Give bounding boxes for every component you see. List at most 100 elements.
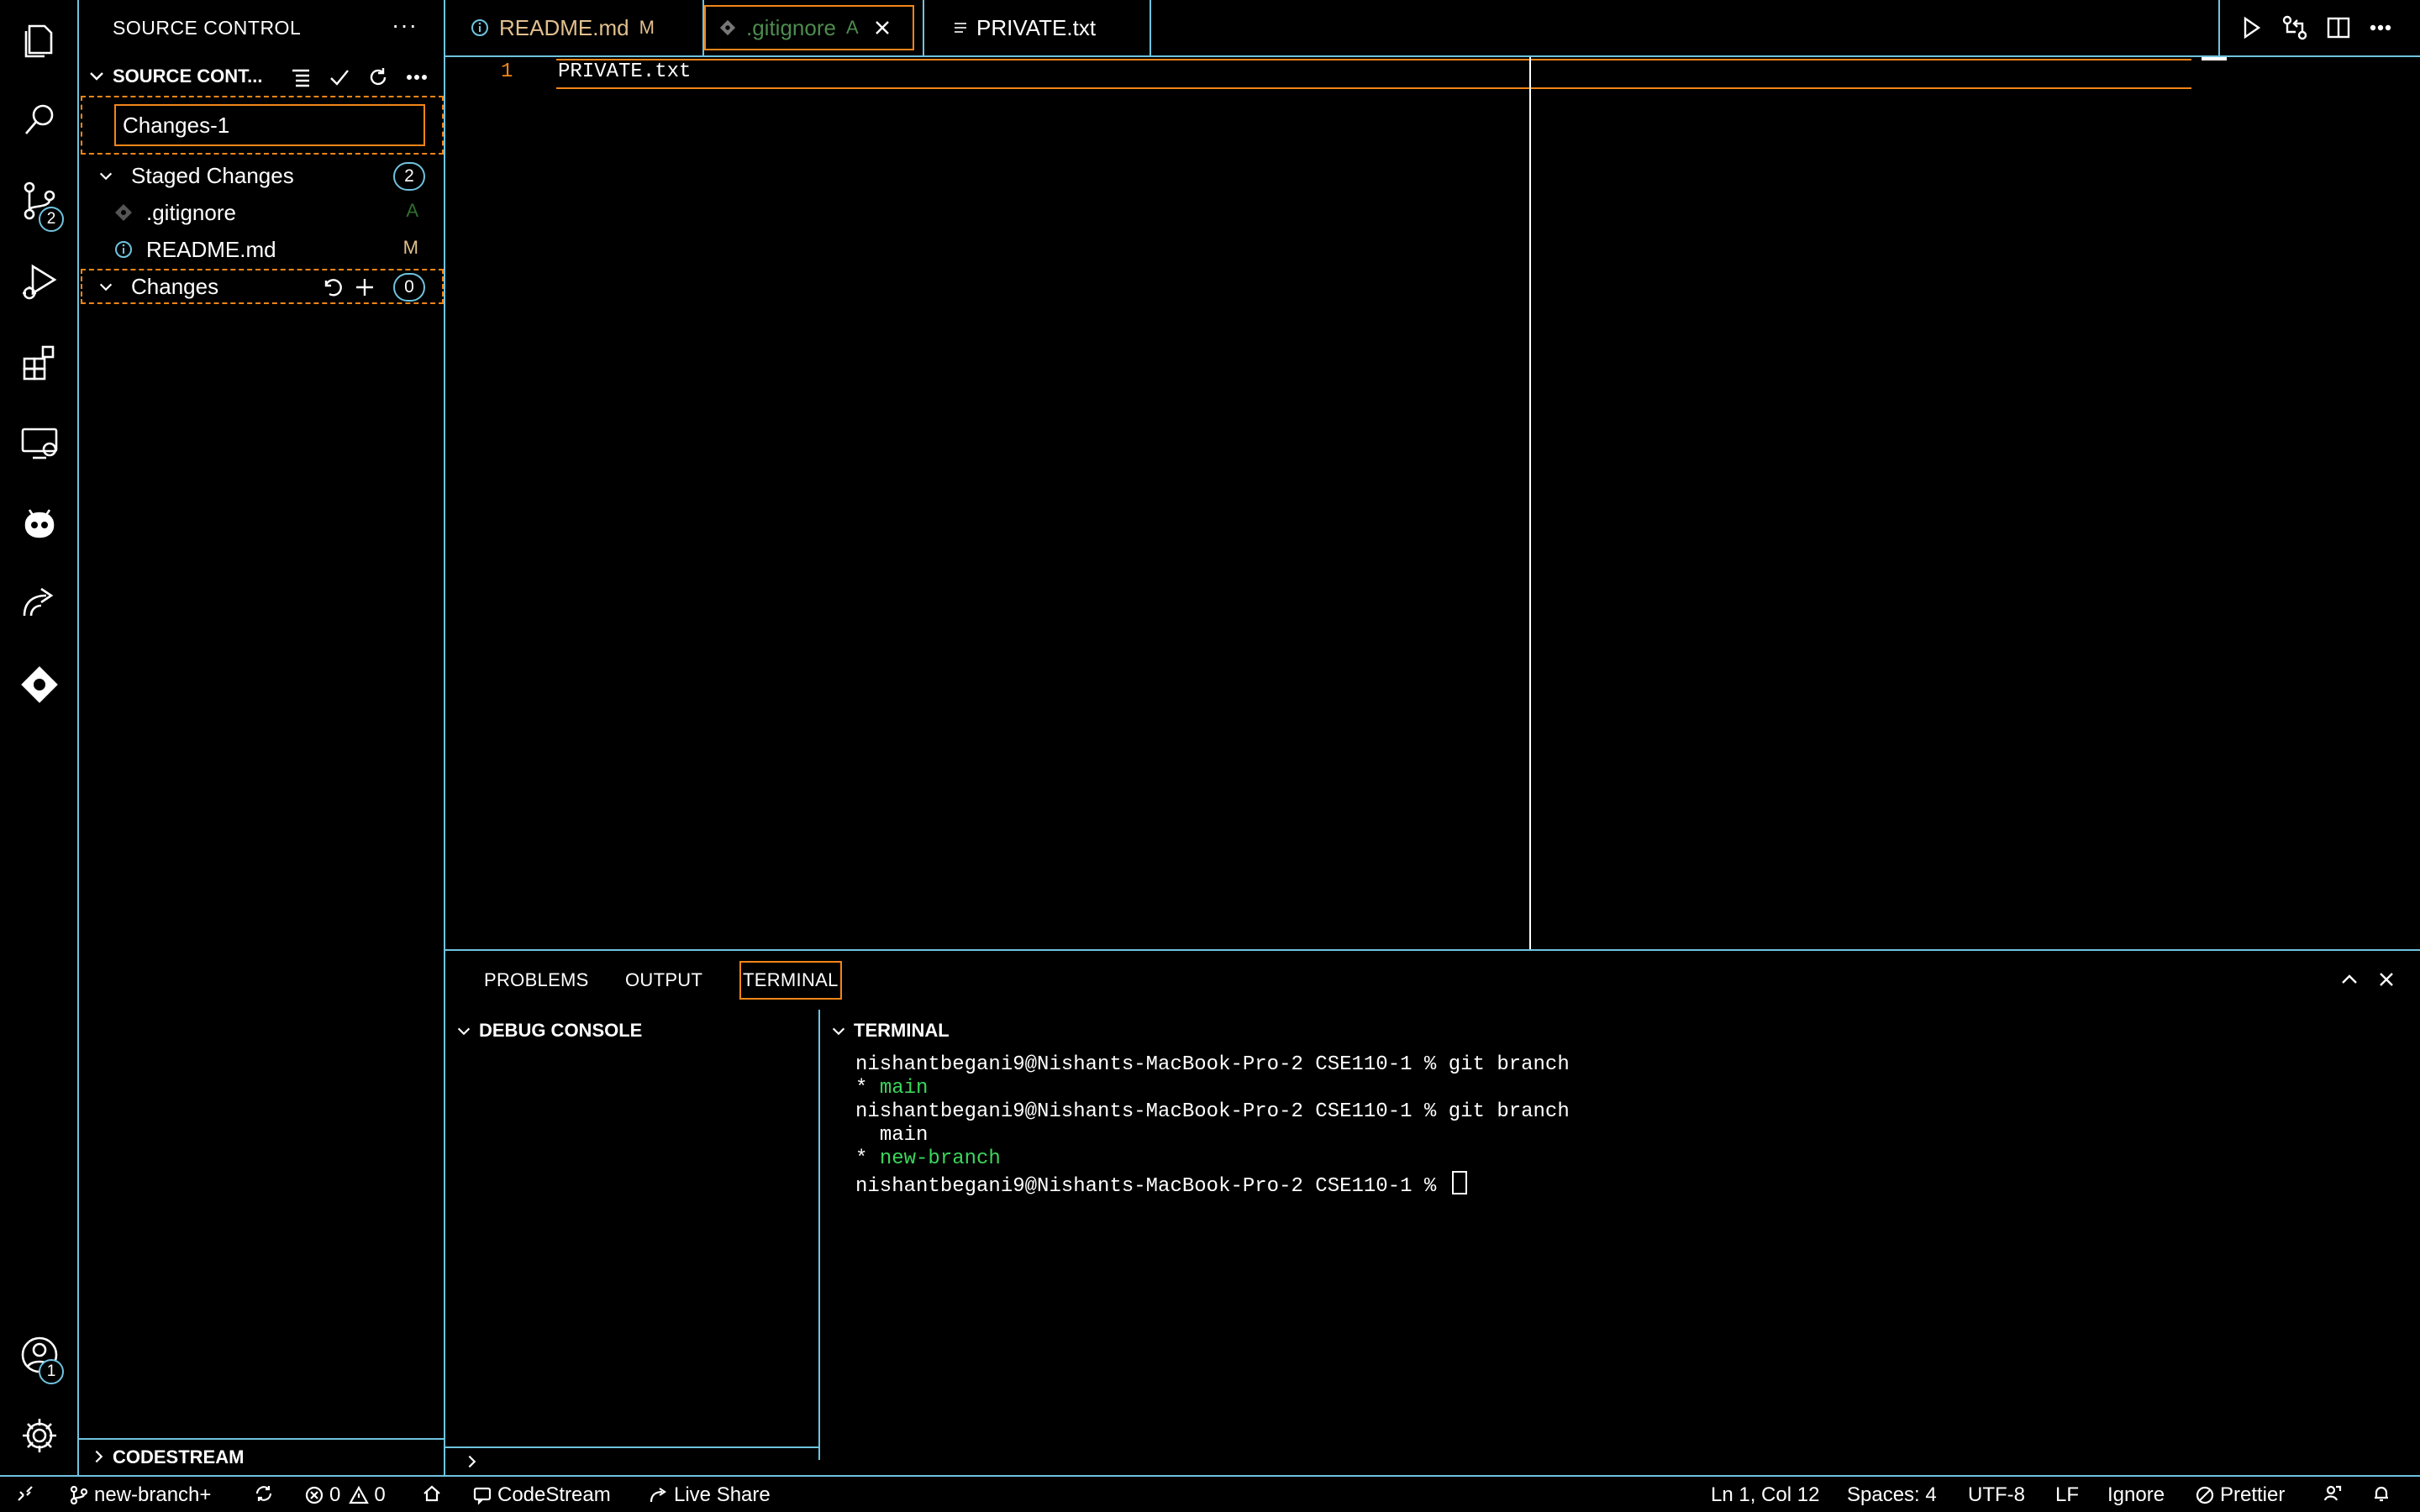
tab-problems[interactable]: PROBLEMS <box>484 969 589 991</box>
code-line[interactable]: PRIVATE.txt <box>558 60 691 83</box>
refresh-icon[interactable] <box>366 66 390 89</box>
live-share-status[interactable]: Live Share <box>649 1483 771 1507</box>
chevron-down-icon <box>97 279 114 296</box>
commit-check-icon[interactable] <box>328 66 351 89</box>
remote-indicator[interactable] <box>15 1483 40 1504</box>
encoding[interactable]: UTF-8 <box>1968 1483 2025 1507</box>
platformio-button[interactable] <box>0 484 79 563</box>
error-icon <box>304 1485 329 1505</box>
chevron-down-icon <box>87 67 106 86</box>
source-control-badge: 2 <box>39 207 64 232</box>
feedback-icon <box>2323 1483 2348 1504</box>
debug-console-view: DEBUG CONSOLE <box>445 1010 820 1460</box>
terminal-view[interactable]: TERMINAL nishantbegani9@Nishants-MacBook… <box>820 1010 2420 1477</box>
chevron-right-icon <box>464 1453 481 1470</box>
close-icon[interactable] <box>874 19 891 36</box>
remote-explorer-button[interactable] <box>0 403 79 482</box>
codestream-section-label: CODESTREAM <box>113 1446 245 1467</box>
codestream-section-header[interactable]: CODESTREAM <box>79 1438 444 1475</box>
status-bar: new-branch+ 0 0 CodeStream Live Share Ln… <box>0 1475 2420 1512</box>
search-icon <box>18 98 61 142</box>
sync-button[interactable] <box>254 1483 279 1504</box>
more-actions-icon[interactable] <box>2366 13 2396 44</box>
staged-changes-group[interactable]: Staged Changes 2 <box>81 158 444 193</box>
sidebar: SOURCE CONTROL ··· SOURCE CONT... Staged… <box>79 0 445 1475</box>
changes-count-badge: 0 <box>393 273 425 302</box>
source-control-section-header[interactable]: SOURCE CONT... <box>79 60 444 94</box>
close-panel-icon[interactable] <box>2376 969 2396 990</box>
tab-gitignore[interactable]: .gitignore A <box>704 0 924 55</box>
indentation[interactable]: Spaces: 4 <box>1847 1483 1937 1507</box>
commit-message-input[interactable] <box>114 104 425 146</box>
sidebar-more-button[interactable]: ··· <box>392 12 418 39</box>
sync-icon <box>254 1483 279 1504</box>
live-share-icon <box>649 1485 674 1505</box>
codestream-label: CodeStream <box>497 1483 611 1506</box>
split-editor-icon[interactable] <box>2324 13 2354 44</box>
terminal-prompt[interactable]: nishantbegani9@Nishants-MacBook-Pro-2 CS… <box>855 1171 1467 1198</box>
home-button[interactable] <box>422 1483 447 1504</box>
editor-tab-bar: README.md M .gitignore A PRIVATE.txt <box>445 0 2420 57</box>
accounts-badge: 1 <box>39 1359 64 1384</box>
tab-label: PRIVATE.txt <box>976 14 1097 40</box>
scrollbar-indicator[interactable] <box>2202 57 2227 60</box>
remote-explorer-icon <box>18 421 61 465</box>
notifications-button[interactable] <box>2371 1483 2396 1504</box>
search-button[interactable] <box>0 81 79 160</box>
staged-file-readme[interactable]: README.md M <box>81 232 444 267</box>
problems-indicator[interactable]: 0 0 <box>304 1483 386 1507</box>
feedback-button[interactable] <box>2323 1483 2348 1504</box>
extensions-icon <box>18 340 61 384</box>
changes-group[interactable]: Changes 0 <box>81 269 444 304</box>
tab-private-txt[interactable]: PRIVATE.txt <box>924 0 1151 55</box>
chevron-down-icon[interactable] <box>455 1023 472 1040</box>
current-line-highlight <box>556 59 2191 89</box>
run-debug-icon <box>18 260 61 303</box>
ignore-status[interactable]: Ignore <box>2107 1483 2165 1507</box>
end-of-line[interactable]: LF <box>2055 1483 2079 1507</box>
live-share-icon <box>18 582 61 626</box>
editor-area[interactable]: 1 PRIVATE.txt <box>445 57 2420 949</box>
run-icon[interactable] <box>2237 13 2267 44</box>
stage-all-plus-icon[interactable] <box>353 276 376 299</box>
staged-file-gitignore[interactable]: .gitignore A <box>81 195 444 230</box>
maximize-panel-icon[interactable] <box>2339 969 2360 990</box>
source-control-button[interactable]: 2 <box>0 161 79 240</box>
info-file-icon <box>114 240 133 259</box>
tab-output[interactable]: OUTPUT <box>625 969 702 991</box>
chevron-down-icon[interactable] <box>830 1023 847 1040</box>
gitignore-file-icon <box>719 19 736 36</box>
debug-console-label: DEBUG CONSOLE <box>479 1020 643 1041</box>
more-actions-icon[interactable] <box>405 66 429 89</box>
prettier-status[interactable]: Prettier <box>2195 1483 2285 1507</box>
staged-changes-label: Staged Changes <box>131 163 294 188</box>
branch-indicator[interactable]: new-branch+ <box>69 1483 211 1507</box>
explorer-button[interactable] <box>0 0 79 79</box>
cursor-position[interactable]: Ln 1, Col 12 <box>1711 1483 1819 1507</box>
tab-readme[interactable]: README.md M <box>445 0 704 55</box>
text-file-icon <box>953 20 968 35</box>
run-debug-button[interactable] <box>0 242 79 321</box>
tab-terminal[interactable]: TERMINAL <box>739 961 842 1000</box>
terminal-line: * main <box>855 1077 929 1100</box>
accounts-button[interactable]: 1 <box>0 1315 79 1394</box>
live-share-label: Live Share <box>674 1483 771 1506</box>
view-as-tree-icon[interactable] <box>289 66 313 89</box>
manage-button[interactable] <box>0 1396 79 1475</box>
terminal-line: main <box>879 1124 929 1147</box>
discard-all-icon[interactable] <box>319 276 343 299</box>
live-share-button[interactable] <box>0 564 79 643</box>
debug-console-input[interactable] <box>445 1446 820 1477</box>
comment-icon <box>472 1485 497 1505</box>
file-status-modified: M <box>402 237 418 258</box>
codestream-status[interactable]: CodeStream <box>472 1483 611 1507</box>
open-changes-icon[interactable] <box>2281 13 2311 44</box>
extensions-button[interactable] <box>0 323 79 402</box>
codestream-button[interactable] <box>0 645 79 724</box>
files-icon <box>18 18 61 61</box>
chevron-down-icon <box>97 168 114 185</box>
terminal-label: TERMINAL <box>854 1020 950 1041</box>
terminal-line: nishantbegani9@Nishants-MacBook-Pro-2 CS… <box>855 1053 1570 1076</box>
prettier-label: Prettier <box>2220 1483 2286 1506</box>
warning-count: 0 <box>374 1483 386 1506</box>
